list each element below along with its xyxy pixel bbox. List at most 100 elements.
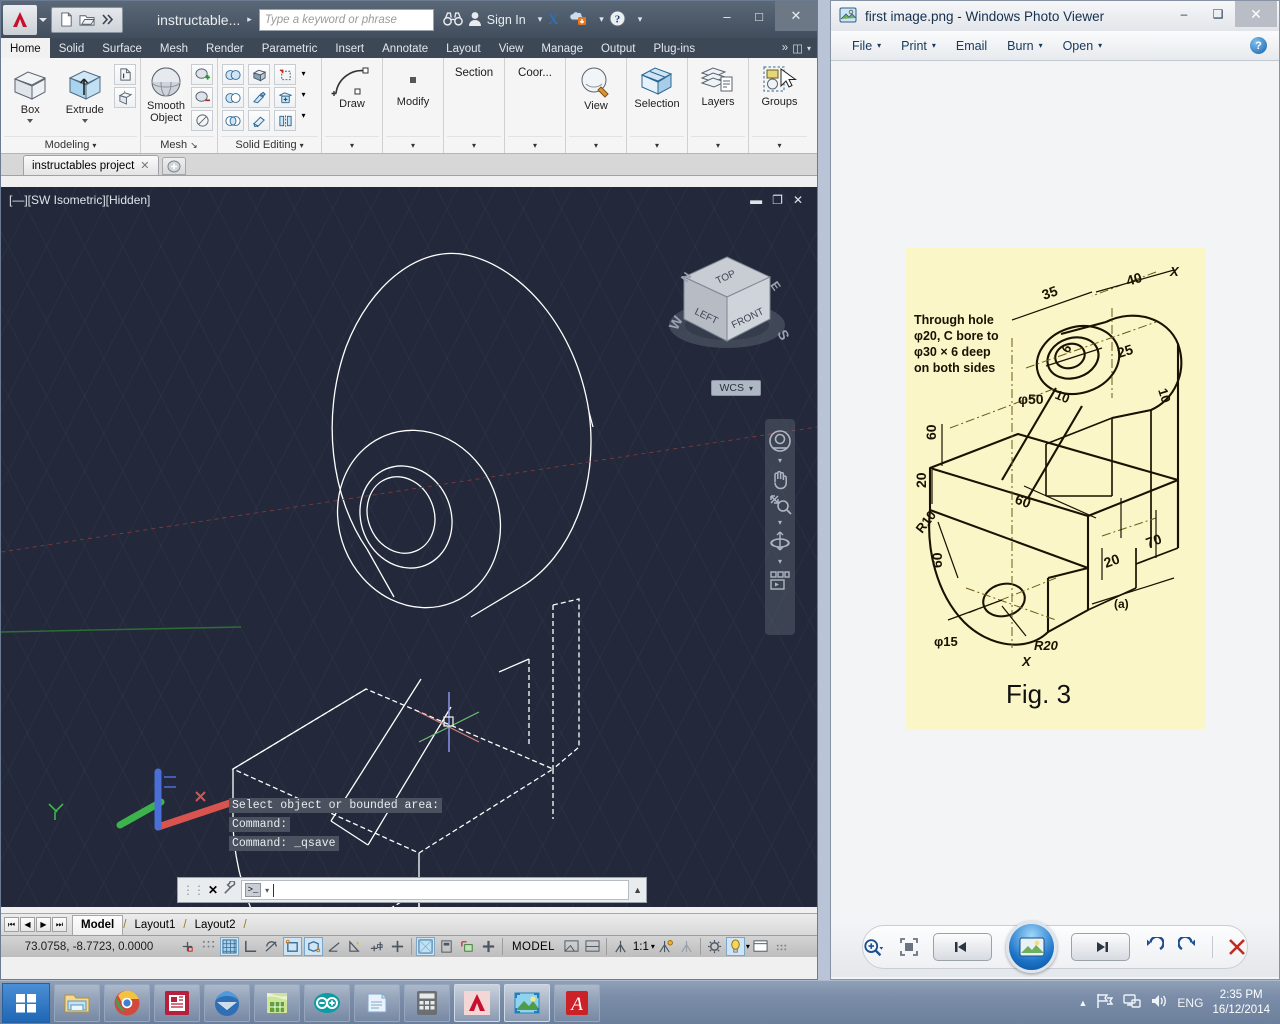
open-file-icon[interactable] xyxy=(78,11,96,29)
ribbon-tab-output[interactable]: Output xyxy=(592,38,645,58)
wcs-selector[interactable]: WCS ▾ xyxy=(711,380,761,396)
menu-item-print-caret-icon[interactable]: ▾ xyxy=(932,41,936,50)
view-tool[interactable]: View xyxy=(569,63,623,113)
rotate-left-icon[interactable] xyxy=(1144,937,1164,957)
play-slideshow-button[interactable] xyxy=(1006,921,1056,973)
layout-tab-layout2[interactable]: Layout2 xyxy=(187,915,244,935)
drawing-canvas[interactable]: [—][SW Isometric][Hidden] ▬ ❐ ✕ xyxy=(1,187,817,907)
extrude-tool-caret-icon[interactable] xyxy=(82,119,88,123)
pan-hand-icon[interactable] xyxy=(767,468,793,490)
layers-tool[interactable]: Layers xyxy=(691,63,745,109)
annotation-scale-value[interactable]: 1:1 xyxy=(631,941,651,953)
solid-editing-caret-1-icon[interactable]: ▾ xyxy=(299,63,308,84)
extract-edges-tool[interactable] xyxy=(114,87,136,108)
section-tool-label[interactable]: Section xyxy=(455,63,493,79)
quick-access-more-icon[interactable] xyxy=(99,11,117,29)
dynamic-ucs-toggle[interactable] xyxy=(346,937,365,956)
intersect-tool[interactable] xyxy=(222,110,244,131)
menu-item-file-caret-icon[interactable]: ▾ xyxy=(877,41,881,50)
imprint-tool[interactable] xyxy=(274,110,296,131)
delete-icon[interactable] xyxy=(1227,937,1247,957)
infer-constraints-toggle[interactable] xyxy=(178,937,197,956)
next-image-button[interactable] xyxy=(1071,933,1130,961)
new-file-tab-button[interactable] xyxy=(162,157,186,175)
refine-mesh-tool[interactable] xyxy=(191,110,213,131)
workspace-model-label[interactable]: MODEL xyxy=(506,941,561,953)
volume-icon[interactable] xyxy=(1150,993,1168,1012)
box-tool[interactable]: Box xyxy=(4,63,57,123)
transparency-toggle[interactable] xyxy=(416,937,435,956)
command-bar-settings-icon[interactable] xyxy=(222,881,237,899)
taper-faces-tool[interactable] xyxy=(248,87,270,108)
layout-next-icon[interactable]: ▶ xyxy=(36,917,51,932)
orbit-icon[interactable] xyxy=(767,530,793,554)
steering-wheels-icon[interactable] xyxy=(767,429,793,453)
zoom-extents-icon[interactable] xyxy=(767,493,793,515)
layout-tab-layout1[interactable]: Layout1 xyxy=(126,915,183,935)
sign-in-caret-icon[interactable]: ▾ xyxy=(538,14,543,25)
ribbon-tab-plugins[interactable]: Plug-ins xyxy=(645,38,705,58)
hardware-acceleration-toggle[interactable] xyxy=(726,937,745,956)
pv-maximize-button[interactable]: ❑ xyxy=(1201,1,1235,27)
ribbon-tab-insert[interactable]: Insert xyxy=(326,38,373,58)
show-motion-icon[interactable] xyxy=(767,569,793,593)
autocad-app-menu-button[interactable] xyxy=(3,5,37,35)
pv-minimize-button[interactable]: – xyxy=(1167,1,1201,27)
menu-item-burn[interactable]: Burn ▾ xyxy=(998,36,1051,56)
wcs-caret-icon[interactable]: ▾ xyxy=(749,384,753,393)
layout-viewport-icon[interactable] xyxy=(583,937,602,956)
view-cube[interactable]: TOP LEFT FRONT N E W S xyxy=(665,249,793,369)
hardware-accel-caret-icon[interactable]: ▾ xyxy=(746,942,750,951)
panel-solid-editing-caret-icon[interactable]: ▾ xyxy=(300,141,304,150)
selection-cycling-toggle[interactable] xyxy=(458,937,477,956)
help-button[interactable]: ? xyxy=(1250,37,1267,54)
panel-coordinates-caret-icon[interactable]: ▾ xyxy=(533,141,537,150)
grid-display-toggle[interactable] xyxy=(220,937,239,956)
adobe-reader-icon[interactable]: A xyxy=(554,984,600,1022)
object-snap-tracking-toggle[interactable] xyxy=(325,937,344,956)
actual-size-icon[interactable] xyxy=(899,937,919,957)
panel-modeling-caret-icon[interactable]: ▾ xyxy=(92,141,96,150)
annotation-monitor-toggle[interactable] xyxy=(479,937,498,956)
arduino-ide-icon[interactable] xyxy=(304,984,350,1022)
clock[interactable]: 2:35 PM 16/12/2014 xyxy=(1212,988,1270,1018)
menu-item-open[interactable]: Open ▾ xyxy=(1054,36,1112,56)
ortho-mode-toggle[interactable] xyxy=(241,937,260,956)
rotate-right-icon[interactable] xyxy=(1178,937,1198,957)
annotation-visibility-toggle[interactable] xyxy=(656,937,675,956)
menu-item-file[interactable]: File ▾ xyxy=(843,36,890,56)
excel-app-icon[interactable] xyxy=(254,984,300,1022)
zoom-icon[interactable] xyxy=(863,937,885,957)
autodesk-360-icon[interactable] xyxy=(569,10,587,29)
ribbon-tab-mesh[interactable]: Mesh xyxy=(151,38,197,58)
autodesk-360-caret-icon[interactable]: ▾ xyxy=(599,14,604,25)
steering-wheels-caret-icon[interactable]: ▾ xyxy=(767,456,793,465)
layout-tab-model[interactable]: Model xyxy=(72,915,123,935)
command-bar-drag-handle[interactable]: ⋮⋮ xyxy=(182,883,204,897)
layout-last-icon[interactable]: ⏭ xyxy=(52,917,67,932)
snap-mode-toggle[interactable] xyxy=(199,937,218,956)
draw-tool[interactable]: Draw xyxy=(325,63,379,111)
photo-viewer-taskbar-icon[interactable] xyxy=(504,984,550,1022)
ribbon-tab-parametric[interactable]: Parametric xyxy=(253,38,327,58)
model-space-viewport-icon[interactable] xyxy=(562,937,581,956)
sign-in-label[interactable]: Sign In xyxy=(487,13,526,27)
panel-layers-caret-icon[interactable]: ▾ xyxy=(716,141,720,150)
command-expand-icon[interactable]: ▲ xyxy=(633,885,642,895)
smooth-more-tool[interactable] xyxy=(191,64,213,85)
solid-editing-caret-2-icon[interactable]: ▾ xyxy=(299,84,308,105)
command-bar-close-icon[interactable]: ✕ xyxy=(208,883,218,897)
presspull-tool[interactable] xyxy=(114,64,136,85)
layout-prev-icon[interactable]: ◀ xyxy=(20,917,35,932)
command-input[interactable]: >_ ▾ xyxy=(241,880,629,900)
extrude-tool[interactable]: Extrude xyxy=(59,63,112,123)
panel-section-caret-icon[interactable]: ▾ xyxy=(472,141,476,150)
previous-image-button[interactable] xyxy=(933,933,992,961)
ribbon-tab-home[interactable]: Home xyxy=(1,38,50,58)
search-input[interactable]: Type a keyword or phrase xyxy=(259,9,434,31)
ribbon-tab-manage[interactable]: Manage xyxy=(532,38,592,58)
close-button[interactable]: ✕ xyxy=(775,1,817,31)
status-bar-menu-icon[interactable] xyxy=(772,937,791,956)
photo-viewer-stage[interactable]: 35 40 25 10 φ50 6 60 20 R10 60 60 10 70 … xyxy=(831,62,1279,918)
selection-tool[interactable]: Selection xyxy=(630,63,684,111)
